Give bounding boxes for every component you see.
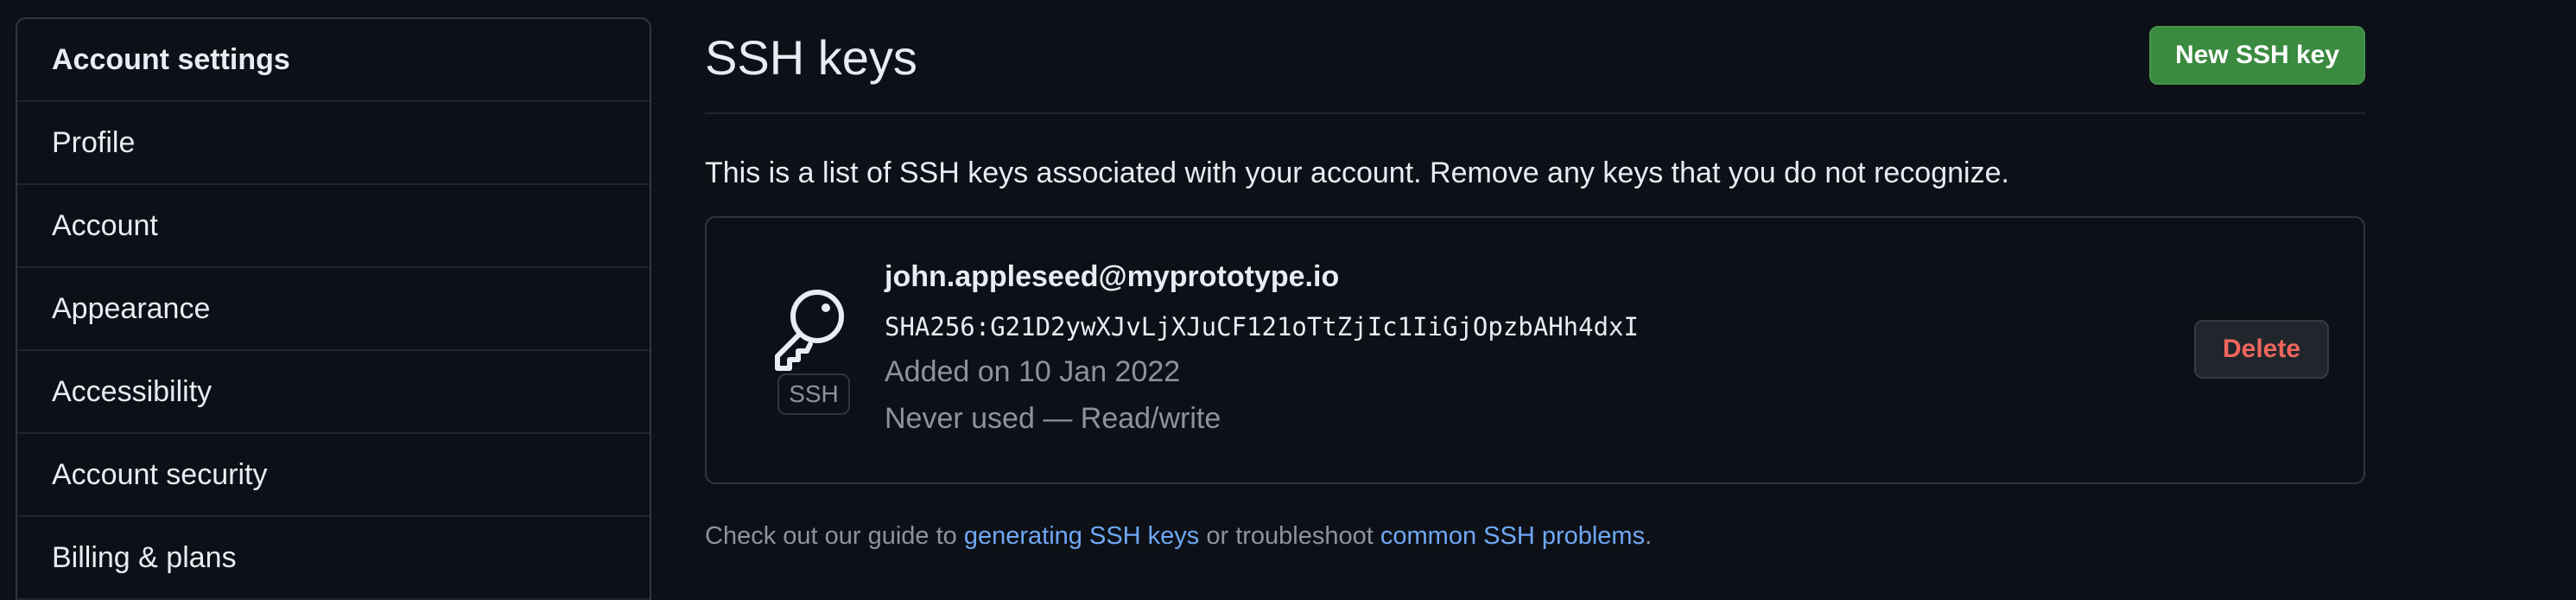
ssh-key-fingerprint: SHA256:G21D2ywXJvLjXJuCF121oTtZjIc1IiGjO… bbox=[885, 312, 1639, 341]
sidebar-header: Account settings bbox=[17, 19, 650, 102]
footer-prefix: Check out our guide to bbox=[705, 522, 964, 550]
ssh-key-usage: Never used — Read/write bbox=[885, 402, 1221, 435]
generating-ssh-keys-link[interactable]: generating SSH keys bbox=[964, 522, 1199, 550]
delete-ssh-key-button[interactable]: Delete bbox=[2194, 320, 2329, 379]
title-row: SSH keys New SSH key bbox=[705, 0, 2365, 114]
sidebar-item-account-security[interactable]: Account security bbox=[17, 434, 650, 517]
ssh-key-title: john.appleseed@myprototype.io bbox=[885, 260, 1340, 293]
page-title: SSH keys bbox=[705, 30, 917, 85]
ssh-keys-settings-page: Account settings Profile Account Appeara… bbox=[0, 0, 2576, 600]
settings-sidebar: Account settings Profile Account Appeara… bbox=[16, 17, 651, 600]
sidebar-item-billing-plans[interactable]: Billing & plans bbox=[17, 517, 650, 600]
footer-suffix: . bbox=[1645, 522, 1653, 550]
key-icon bbox=[772, 284, 850, 373]
sidebar-item-account[interactable]: Account bbox=[17, 185, 650, 268]
main-content: SSH keys New SSH key This is a list of S… bbox=[705, 0, 2365, 600]
ssh-badge: SSH bbox=[777, 373, 850, 415]
ssh-key-added-date: Added on 10 Jan 2022 bbox=[885, 355, 1181, 388]
sidebar-item-accessibility[interactable]: Accessibility bbox=[17, 351, 650, 434]
footer-help-text: Check out our guide to generating SSH ke… bbox=[705, 519, 1652, 553]
intro-text: This is a list of SSH keys associated wi… bbox=[705, 156, 2009, 189]
sidebar-item-appearance[interactable]: Appearance bbox=[17, 268, 650, 351]
sidebar-item-profile[interactable]: Profile bbox=[17, 102, 650, 185]
common-ssh-problems-link[interactable]: common SSH problems bbox=[1380, 522, 1645, 550]
ssh-key-card: SSH john.appleseed@myprototype.io SHA256… bbox=[705, 216, 2365, 484]
new-ssh-key-button[interactable]: New SSH key bbox=[2149, 26, 2365, 85]
footer-middle: or troubleshoot bbox=[1199, 522, 1380, 550]
